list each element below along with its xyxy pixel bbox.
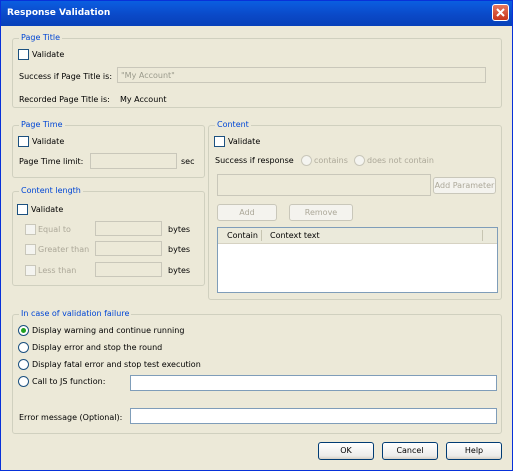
column-separator	[261, 230, 262, 241]
title-bar[interactable]: Response Validation	[1, 1, 512, 26]
content-text-input[interactable]	[217, 174, 431, 196]
fatal-error-label: Display fatal error and stop test execut…	[32, 360, 201, 369]
content-list[interactable]: Contain Context text	[217, 227, 498, 293]
equal-to-checkbox[interactable]	[25, 224, 36, 235]
add-parameter-button[interactable]: Add Parameter	[433, 177, 496, 194]
help-button[interactable]: Help	[446, 442, 502, 460]
radio-selected-dot	[21, 328, 26, 333]
js-function-input[interactable]	[130, 375, 497, 391]
success-page-title-input[interactable]: "My Account"	[117, 67, 486, 83]
validation-failure-group: In case of validation failure Display wa…	[12, 309, 502, 434]
page-time-group: Page Time Validate Page Time limit: sec	[12, 120, 205, 178]
content-list-header: Contain Context text	[218, 228, 497, 244]
content-length-legend: Content length	[19, 186, 83, 196]
does-not-contain-label: does not contain	[367, 156, 434, 165]
greater-than-label: Greater than	[38, 245, 90, 254]
window-title: Response Validation	[7, 8, 111, 18]
error-stop-round-label: Display error and stop the round	[32, 343, 163, 352]
column-separator	[482, 230, 483, 241]
contains-label: contains	[314, 156, 348, 165]
equal-to-input[interactable]	[95, 221, 162, 236]
error-stop-round-radio[interactable]	[18, 342, 29, 353]
page-time-validate-checkbox[interactable]	[18, 136, 29, 147]
warning-continue-label: Display warning and continue running	[32, 326, 185, 335]
fatal-error-radio[interactable]	[18, 359, 29, 370]
page-time-legend: Page Time	[19, 120, 65, 130]
column-context-text[interactable]: Context text	[270, 228, 320, 243]
response-validation-dialog: Response Validation Page Title Validate …	[0, 0, 513, 471]
less-than-input[interactable]	[95, 262, 162, 277]
equal-to-label: Equal to	[38, 225, 71, 234]
does-not-contain-radio[interactable]	[354, 155, 365, 166]
recorded-page-title-label: Recorded Page Title is:	[19, 95, 110, 104]
content-group: Content Validate Success if response con…	[208, 120, 502, 300]
content-length-validate-checkbox[interactable]	[17, 204, 28, 215]
page-title-group: Page Title Validate Success if Page Titl…	[12, 33, 502, 108]
add-button[interactable]: Add	[217, 204, 277, 221]
contains-radio[interactable]	[301, 155, 312, 166]
close-icon	[496, 8, 505, 17]
less-than-unit: bytes	[168, 266, 191, 275]
page-title-validate-label: Validate	[32, 50, 65, 59]
call-js-function-label: Call to JS function:	[32, 377, 106, 386]
page-time-unit: sec	[181, 157, 195, 166]
content-validate-label: Validate	[228, 137, 261, 146]
greater-than-unit: bytes	[168, 245, 191, 254]
greater-than-checkbox[interactable]	[25, 244, 36, 255]
call-js-function-radio[interactable]	[18, 376, 29, 387]
remove-button[interactable]: Remove	[289, 204, 353, 221]
error-message-input[interactable]	[130, 408, 497, 424]
recorded-page-title-value: My Account	[120, 95, 167, 104]
page-title-legend: Page Title	[19, 33, 63, 43]
cancel-button[interactable]: Cancel	[382, 442, 438, 460]
page-title-validate-checkbox[interactable]	[18, 49, 29, 60]
less-than-checkbox[interactable]	[25, 265, 36, 276]
content-validate-checkbox[interactable]	[214, 136, 225, 147]
success-response-label: Success if response	[215, 156, 294, 165]
page-time-validate-label: Validate	[32, 137, 65, 146]
less-than-label: Less than	[38, 266, 77, 275]
page-time-limit-label: Page Time limit:	[19, 157, 84, 166]
ok-button[interactable]: OK	[318, 442, 374, 460]
content-length-validate-label: Validate	[31, 205, 64, 214]
warning-continue-radio[interactable]	[18, 325, 29, 336]
success-page-title-label: Success if Page Title is:	[19, 72, 113, 81]
close-button[interactable]	[492, 4, 509, 21]
success-page-title-value: "My Account"	[121, 71, 175, 80]
equal-to-unit: bytes	[168, 225, 191, 234]
content-legend: Content	[215, 120, 251, 130]
column-contain[interactable]: Contain	[227, 228, 258, 243]
validation-failure-legend: In case of validation failure	[19, 309, 132, 319]
page-time-limit-input[interactable]	[90, 153, 177, 169]
error-message-label: Error message (Optional):	[19, 413, 123, 422]
content-length-group: Content length Validate Equal to bytes G…	[12, 186, 205, 286]
greater-than-input[interactable]	[95, 241, 162, 256]
